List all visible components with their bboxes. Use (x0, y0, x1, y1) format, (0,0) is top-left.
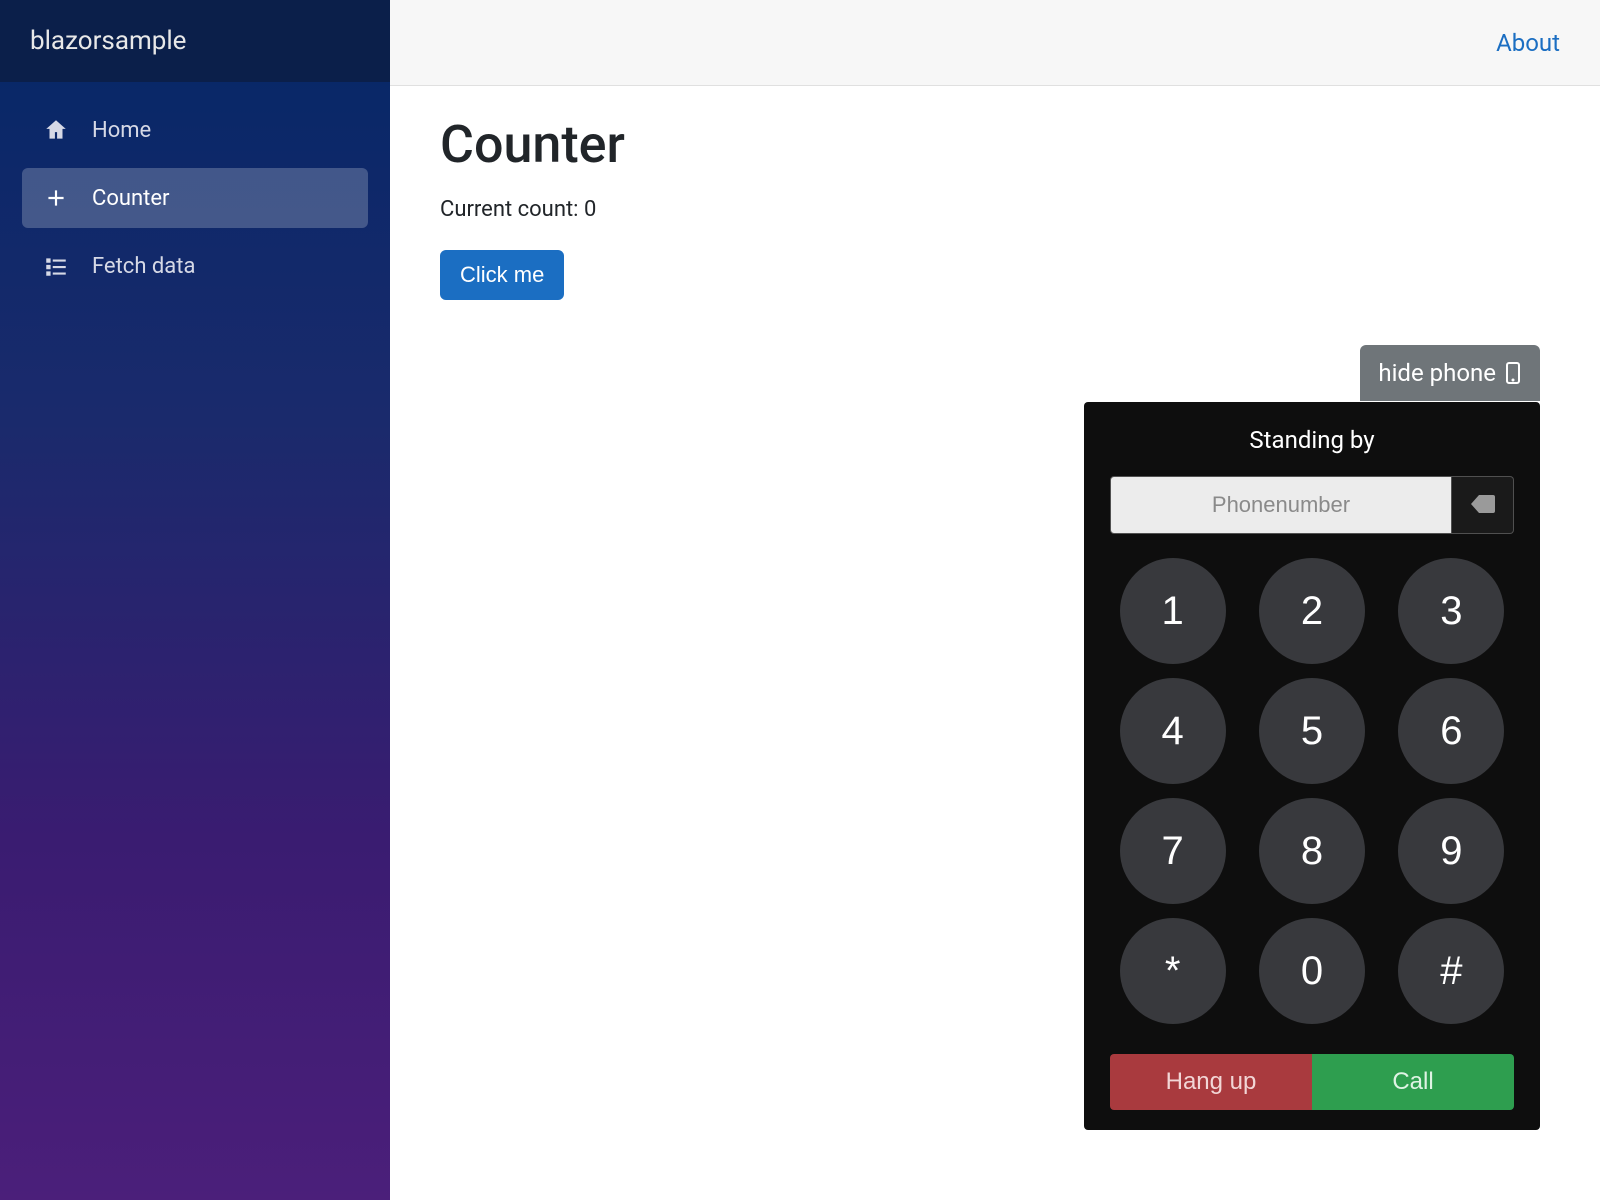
brand-title: blazorsample (0, 0, 390, 82)
hide-phone-tab[interactable]: hide phone (1360, 345, 1540, 401)
sidebar-item-label: Counter (92, 186, 169, 211)
phone-number-input[interactable] (1110, 476, 1452, 534)
about-link[interactable]: About (1496, 29, 1560, 57)
content: Counter Current count: 0 Click me (390, 86, 1600, 328)
phone-icon (1506, 361, 1522, 385)
keypad-star[interactable]: * (1120, 918, 1226, 1024)
sidebar-item-home[interactable]: Home (22, 100, 368, 160)
click-me-button[interactable]: Click me (440, 250, 564, 300)
sidebar-item-counter[interactable]: Counter (22, 168, 368, 228)
topbar: About (390, 0, 1600, 86)
page-title: Counter (440, 114, 1550, 175)
phone-status: Standing by (1110, 426, 1514, 454)
keypad: 1 2 3 4 5 6 7 8 9 * 0 # (1110, 558, 1514, 1024)
keypad-5[interactable]: 5 (1259, 678, 1365, 784)
sidebar-item-label: Fetch data (92, 254, 195, 279)
call-row: Hang up Call (1110, 1054, 1514, 1110)
nav: Home Counter Fetch data (0, 82, 390, 314)
keypad-hash[interactable]: # (1398, 918, 1504, 1024)
plus-icon (42, 184, 70, 212)
call-button[interactable]: Call (1312, 1054, 1514, 1110)
keypad-1[interactable]: 1 (1120, 558, 1226, 664)
keypad-2[interactable]: 2 (1259, 558, 1365, 664)
keypad-7[interactable]: 7 (1120, 798, 1226, 904)
backspace-button[interactable] (1452, 476, 1514, 534)
keypad-3[interactable]: 3 (1398, 558, 1504, 664)
phone-panel: Standing by 1 2 3 4 5 6 7 8 9 * 0 # Hang… (1084, 402, 1540, 1130)
count-text: Current count: 0 (440, 197, 1550, 222)
keypad-4[interactable]: 4 (1120, 678, 1226, 784)
keypad-0[interactable]: 0 (1259, 918, 1365, 1024)
hangup-button[interactable]: Hang up (1110, 1054, 1312, 1110)
keypad-9[interactable]: 9 (1398, 798, 1504, 904)
sidebar: blazorsample Home Counter Fetch data (0, 0, 390, 1200)
backspace-icon (1471, 495, 1495, 516)
sidebar-item-label: Home (92, 118, 151, 143)
list-icon (42, 252, 70, 280)
keypad-6[interactable]: 6 (1398, 678, 1504, 784)
sidebar-item-fetch-data[interactable]: Fetch data (22, 236, 368, 296)
phone-input-row (1110, 476, 1514, 534)
home-icon (42, 116, 70, 144)
hide-phone-label: hide phone (1378, 359, 1496, 387)
keypad-8[interactable]: 8 (1259, 798, 1365, 904)
